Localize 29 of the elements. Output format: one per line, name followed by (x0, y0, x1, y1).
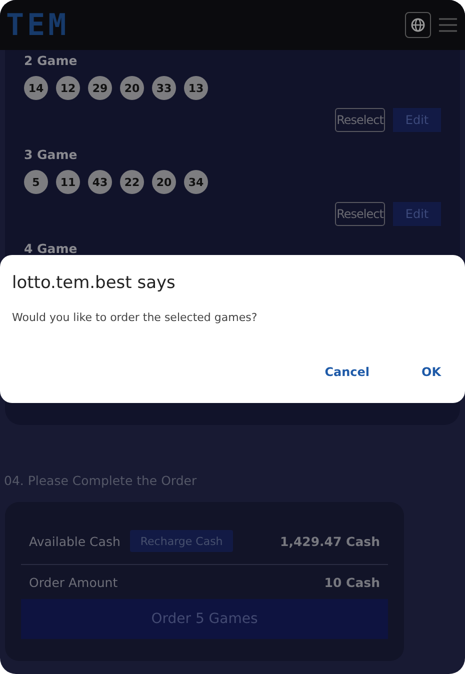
number-ball: 29 (88, 76, 112, 100)
dialog-message: Would you like to order the selected games? (12, 311, 258, 324)
globe-icon[interactable] (405, 12, 431, 38)
number-ball: 14 (24, 76, 48, 100)
number-ball: 33 (152, 76, 176, 100)
number-ball: 22 (120, 170, 144, 194)
reselect-button[interactable]: Reselect (335, 108, 385, 132)
order-amount-label: Order Amount (29, 574, 118, 590)
order-amount-value: 10 Cash (324, 574, 380, 590)
cancel-button[interactable]: Cancel (320, 363, 374, 381)
number-ball: 20 (152, 170, 176, 194)
number-ball: 12 (56, 76, 80, 100)
game-title: 2 Game (24, 52, 78, 70)
number-ball: 20 (120, 76, 144, 100)
number-ball: 13 (184, 76, 208, 100)
available-cash-value: 1,429.47 Cash (280, 534, 380, 548)
number-ball: 5 (24, 170, 48, 194)
menu-icon[interactable] (439, 18, 457, 32)
ok-button[interactable]: OK (418, 363, 445, 381)
number-ball: 34 (184, 170, 208, 194)
game-title: 3 Game (24, 146, 78, 164)
section-heading: 04. Please Complete the Order (4, 473, 198, 488)
available-cash-label: Available Cash (29, 534, 120, 548)
reselect-button[interactable]: Reselect (335, 202, 385, 226)
number-ball: 11 (56, 170, 80, 194)
game-title: 4 Game (24, 240, 78, 258)
number-ball: 43 (88, 170, 112, 194)
dialog-title: lotto.tem.best says (12, 273, 176, 293)
logo[interactable]: TEM (6, 8, 70, 42)
